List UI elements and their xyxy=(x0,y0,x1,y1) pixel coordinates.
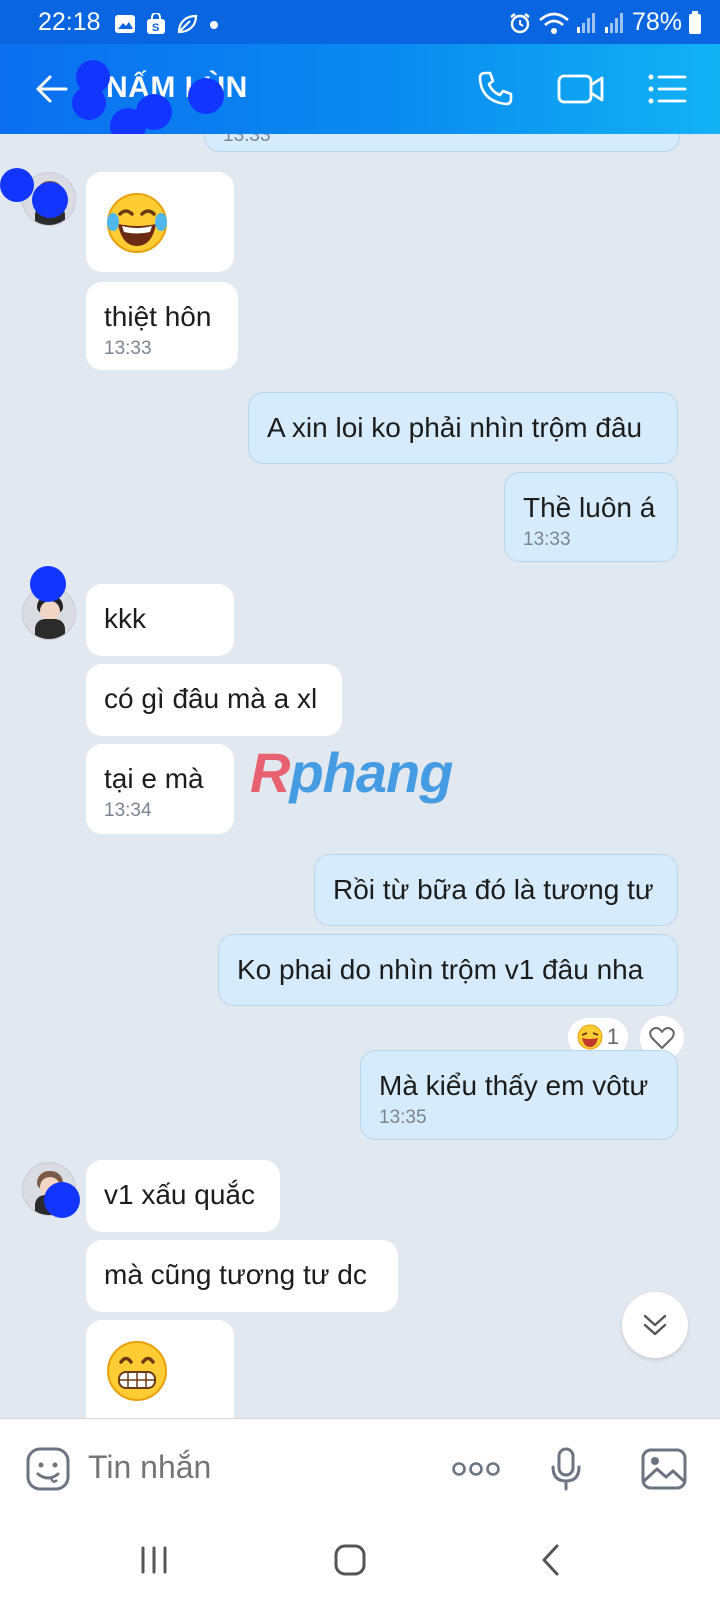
message-bubble-incoming[interactable] xyxy=(86,1320,234,1418)
message-text: Mà kiểu thấy em vôtư xyxy=(379,1070,649,1101)
message-text: Rồi từ bữa đó là tương tư xyxy=(333,874,654,905)
message-text: kkk xyxy=(104,603,146,634)
message-bubble-outgoing[interactable]: 13:33 xyxy=(204,134,680,152)
video-call-button[interactable] xyxy=(553,64,609,114)
contact-name[interactable]: NẤM LÙN xyxy=(106,71,248,105)
redaction-blob xyxy=(188,78,224,114)
dot-icon xyxy=(210,21,218,29)
redaction-blob xyxy=(30,566,66,602)
message-text: Thề luôn á xyxy=(523,492,656,523)
voice-call-button[interactable] xyxy=(470,64,520,114)
message-text: mà cũng tương tư dc xyxy=(104,1259,367,1290)
message-time: 13:33 xyxy=(523,529,571,550)
message-bubble-outgoing[interactable]: A xin loi ko phải nhìn trộm đâu xyxy=(248,392,678,464)
message-input[interactable] xyxy=(88,1449,418,1486)
message-text: có gì đâu mà a xl xyxy=(104,683,318,714)
scroll-to-bottom-button[interactable] xyxy=(622,1292,688,1358)
sticker-smiley-icon xyxy=(26,1447,70,1491)
back-nav-button[interactable] xyxy=(520,1536,580,1584)
message-time: 13:33 xyxy=(223,134,271,146)
shop-bag-icon: S xyxy=(147,13,165,34)
battery-percent: 78% xyxy=(631,8,682,36)
message-text: tại e mà xyxy=(104,763,204,794)
message-bubble-incoming[interactable]: tại e mà 13:34 xyxy=(86,744,234,834)
back-button[interactable] xyxy=(27,64,77,114)
phone-icon xyxy=(478,71,513,106)
message-bubble-incoming[interactable]: thiệt hôn 13:33 xyxy=(86,282,238,370)
chat-menu-button[interactable] xyxy=(642,64,692,114)
message-bubble-incoming[interactable]: có gì đâu mà a xl xyxy=(86,664,342,736)
double-chevron-down-icon xyxy=(643,1314,667,1336)
alarm-icon xyxy=(510,12,530,33)
image-icon xyxy=(115,15,135,33)
watermark-logo: Rphang xyxy=(250,741,453,804)
message-time: 13:33 xyxy=(104,338,152,359)
message-bubble-outgoing[interactable]: Mà kiểu thấy em vôtư 13:35 xyxy=(360,1050,678,1140)
svg-text:S: S xyxy=(152,22,159,34)
leaf-icon xyxy=(177,14,198,34)
tears-of-joy-emoji xyxy=(107,193,167,253)
notification-icons: S xyxy=(114,13,220,35)
more-dots-icon xyxy=(452,1462,500,1476)
laughing-emoji xyxy=(577,1024,603,1050)
message-bubble-incoming[interactable]: mà cũng tương tư dc xyxy=(86,1240,398,1312)
avatar-body xyxy=(35,619,65,639)
system-icons: 78% xyxy=(508,8,702,37)
redaction-blob xyxy=(136,94,172,130)
message-bubble-outgoing[interactable]: Thề luôn á 13:33 xyxy=(504,472,678,562)
signal-icon xyxy=(604,12,623,33)
recent-apps-button[interactable] xyxy=(124,1536,184,1584)
message-text: thiệt hôn xyxy=(104,301,212,332)
grinning-emoji xyxy=(107,1341,167,1401)
redaction-blob xyxy=(0,168,34,202)
message-time: 13:34 xyxy=(104,800,152,821)
message-bubble-incoming[interactable]: kkk xyxy=(86,584,234,656)
message-text: v1 xấu quắc xyxy=(104,1179,255,1210)
message-bubble-outgoing[interactable]: Rồi từ bữa đó là tương tư xyxy=(314,854,678,926)
recent-apps-icon xyxy=(141,1546,167,1574)
home-icon xyxy=(334,1544,366,1576)
status-bar: 22:18 S 78% xyxy=(0,0,720,44)
system-nav-bar xyxy=(0,1520,720,1600)
redaction-blob xyxy=(32,182,68,218)
heart-icon xyxy=(649,1027,675,1049)
battery-icon xyxy=(689,10,701,34)
redaction-blob xyxy=(44,1182,80,1218)
home-button[interactable] xyxy=(320,1536,380,1584)
back-chevron-icon xyxy=(542,1544,559,1576)
send-image-button[interactable] xyxy=(634,1441,694,1497)
message-list[interactable]: 13:33 thiệt hôn 13:33 A xin loi ko phải … xyxy=(0,134,720,1418)
voice-message-button[interactable] xyxy=(538,1441,594,1497)
message-text: A xin loi ko phải nhìn trộm đâu xyxy=(267,412,643,443)
microphone-icon xyxy=(551,1447,581,1491)
wifi-icon xyxy=(539,12,569,34)
avatar-face xyxy=(40,601,60,621)
signal-icon xyxy=(576,12,595,33)
more-options-button[interactable] xyxy=(448,1441,504,1497)
list-menu-icon xyxy=(648,74,687,104)
message-bubble-incoming[interactable]: v1 xấu quắc xyxy=(86,1160,280,1232)
redaction-blob xyxy=(72,86,106,120)
message-bubble-incoming[interactable] xyxy=(86,172,234,272)
message-input-bar xyxy=(0,1418,720,1520)
sticker-button[interactable] xyxy=(20,1441,76,1497)
chat-header: NẤM LÙN xyxy=(0,44,720,144)
message-bubble-outgoing[interactable]: Ko phai do nhìn trộm v1 đâu nha xyxy=(218,934,678,1006)
image-gallery-icon xyxy=(641,1448,687,1490)
status-time: 22:18 xyxy=(38,8,101,36)
message-time: 13:35 xyxy=(379,1107,427,1128)
reaction-count: 1 xyxy=(606,1024,620,1049)
message-text: Ko phai do nhìn trộm v1 đâu nha xyxy=(237,954,644,985)
back-arrow-icon xyxy=(36,75,68,103)
video-call-icon xyxy=(557,74,604,104)
